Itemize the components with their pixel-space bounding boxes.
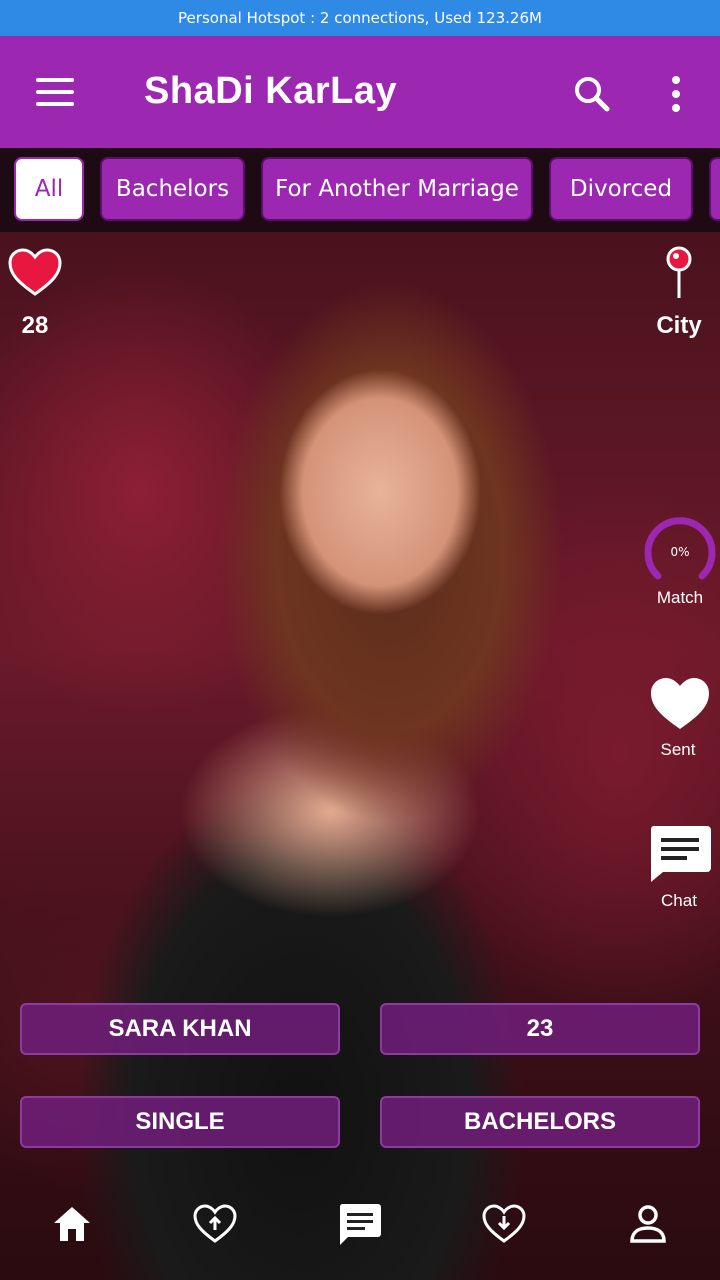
match-widget[interactable]: 0%: [640, 512, 720, 593]
status-bar-text: Personal Hotspot : 2 connections, Used 1…: [178, 9, 542, 27]
like-count: 28: [21, 312, 49, 339]
nav-profile[interactable]: [624, 1200, 672, 1248]
chat-icon: [650, 826, 711, 882]
bottom-nav: [0, 1180, 720, 1280]
chat-icon: [339, 1204, 381, 1245]
profile-name: SARA KHAN: [20, 1003, 340, 1055]
app-title: ShaDi KarLay: [144, 70, 398, 112]
app-bar: ShaDi KarLay: [0, 36, 720, 148]
heart-upload-icon: [193, 1204, 237, 1243]
match-value: 0%: [670, 545, 689, 559]
filter-chip-bachelors[interactable]: Bachelors: [100, 157, 245, 221]
location-pin-widget[interactable]: [654, 246, 704, 305]
location-label: City: [656, 312, 702, 339]
filter-chip-divorced[interactable]: Divorced: [549, 157, 693, 221]
chat-label: Chat: [661, 891, 697, 910]
sent-widget[interactable]: [648, 676, 712, 737]
nav-sent-likes[interactable]: [191, 1200, 239, 1248]
like-count-widget[interactable]: [8, 248, 62, 303]
nav-home[interactable]: [48, 1200, 96, 1248]
home-icon: [54, 1207, 90, 1241]
filter-chip-another-marriage[interactable]: For Another Marriage: [261, 157, 533, 221]
profile-category: BACHELORS: [380, 1096, 700, 1148]
heart-icon: [8, 248, 62, 296]
more-vert-icon[interactable]: [664, 72, 688, 116]
heart-download-icon: [482, 1204, 526, 1243]
match-gauge-icon: 0%: [644, 517, 716, 580]
filter-chip-more[interactable]: [709, 157, 720, 221]
filter-chip-all[interactable]: All: [14, 157, 84, 221]
sent-label: Sent: [660, 740, 696, 759]
status-bar: Personal Hotspot : 2 connections, Used 1…: [0, 0, 720, 36]
profile-age: 23: [380, 1003, 700, 1055]
nav-chat[interactable]: [336, 1200, 384, 1248]
chat-widget[interactable]: [648, 824, 712, 889]
person-icon: [630, 1205, 666, 1243]
location-pin-icon: [666, 246, 692, 298]
heart-outline-icon: [651, 678, 709, 729]
match-label: Match: [656, 588, 704, 607]
profile-marital-status: SINGLE: [20, 1096, 340, 1148]
filter-chip-bar: All Bachelors For Another Marriage Divor…: [0, 148, 720, 232]
menu-icon[interactable]: [36, 78, 76, 106]
search-icon[interactable]: [570, 72, 614, 116]
nav-received-likes[interactable]: [480, 1200, 528, 1248]
